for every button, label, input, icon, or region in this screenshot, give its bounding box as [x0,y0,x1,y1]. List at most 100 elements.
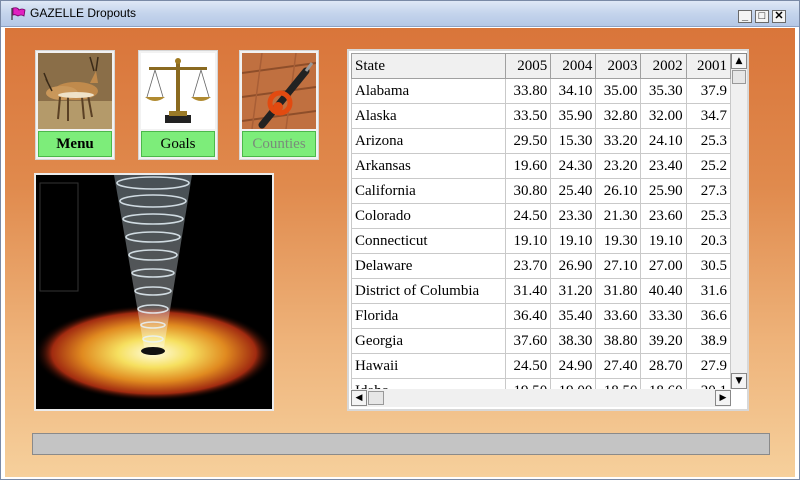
state-cell[interactable]: Alaska [351,103,507,129]
value-cell-2002[interactable]: 23.40 [640,153,687,179]
value-cell-2002[interactable]: 23.60 [640,203,687,229]
value-cell-2005[interactable]: 19.10 [505,228,552,254]
state-cell[interactable]: Idaho [351,378,507,389]
value-cell-2001[interactable]: 36.6 [685,303,731,329]
state-cell[interactable]: Colorado [351,203,507,229]
value-cell-2001[interactable]: 25.2 [685,153,731,179]
value-cell-2004[interactable]: 15.30 [550,128,597,154]
value-cell-2003[interactable]: 19.30 [595,228,642,254]
horizontal-scrollbar[interactable]: ◀ ▶ [351,389,731,407]
column-header-2004[interactable]: 2004 [550,53,597,79]
value-cell-2003[interactable]: 33.60 [595,303,642,329]
table-row[interactable]: Georgia 37.60 38.30 38.80 39.20 38.9 [351,328,731,354]
goals-tile[interactable]: Goals [138,50,218,160]
value-cell-2005[interactable]: 31.40 [505,278,552,304]
table-row[interactable]: Alaska 33.50 35.90 32.80 32.00 34.7 [351,103,731,129]
close-button[interactable]: ✕ [772,10,786,23]
scroll-left-button[interactable]: ◀ [351,390,367,406]
scroll-up-button[interactable]: ▲ [731,53,747,69]
column-header-2001[interactable]: 2001 [685,53,731,79]
value-cell-2002[interactable]: 25.90 [640,178,687,204]
value-cell-2001[interactable]: 20.3 [685,228,731,254]
value-cell-2003[interactable]: 21.30 [595,203,642,229]
value-cell-2002[interactable]: 32.00 [640,103,687,129]
value-cell-2004[interactable]: 25.40 [550,178,597,204]
table-row[interactable]: Colorado 24.50 23.30 21.30 23.60 25.3 [351,203,731,229]
value-cell-2004[interactable]: 34.10 [550,78,597,104]
value-cell-2005[interactable]: 19.60 [505,153,552,179]
value-cell-2005[interactable]: 19.50 [505,378,552,389]
value-cell-2001[interactable]: 37.9 [685,78,731,104]
value-cell-2002[interactable]: 24.10 [640,128,687,154]
value-cell-2001[interactable]: 31.6 [685,278,731,304]
value-cell-2003[interactable]: 31.80 [595,278,642,304]
table-row[interactable]: District of Columbia 31.40 31.20 31.80 40.40… [351,278,731,304]
value-cell-2005[interactable]: 33.50 [505,103,552,129]
value-cell-2001[interactable]: 20.1 [685,378,731,389]
table-row[interactable]: Idaho19.5019.0018.5018.6020.1 [351,378,731,389]
table-row[interactable]: Alabama 33.80 34.10 35.00 35.30 37.9 [351,78,731,104]
table-row[interactable]: Florida 36.40 35.40 33.60 33.30 36.6 [351,303,731,329]
vertical-scrollbar[interactable]: ▲ ▼ [731,53,747,389]
state-cell[interactable]: Florida [351,303,507,329]
state-cell[interactable]: Arkansas [351,153,507,179]
value-cell-2003[interactable]: 26.10 [595,178,642,204]
value-cell-2004[interactable]: 24.90 [550,353,597,379]
table-row[interactable]: Hawaii 24.50 24.90 27.40 28.70 27.9 [351,353,731,379]
maximize-button[interactable]: □ [755,10,769,23]
value-cell-2004[interactable]: 23.30 [550,203,597,229]
value-cell-2003[interactable]: 38.80 [595,328,642,354]
value-cell-2004[interactable]: 24.30 [550,153,597,179]
state-cell[interactable]: Hawaii [351,353,507,379]
value-cell-2002[interactable]: 19.10 [640,228,687,254]
state-cell[interactable]: Connecticut [351,228,507,254]
value-cell-2003[interactable]: 32.80 [595,103,642,129]
state-cell[interactable]: Delaware [351,253,507,279]
column-header-2005[interactable]: 2005 [505,53,552,79]
value-cell-2003[interactable]: 27.40 [595,353,642,379]
value-cell-2001[interactable]: 27.9 [685,353,731,379]
state-cell[interactable]: Alabama [351,78,507,104]
scroll-right-button[interactable]: ▶ [715,390,731,406]
value-cell-2005[interactable]: 24.50 [505,353,552,379]
value-cell-2003[interactable]: 18.50 [595,378,642,389]
value-cell-2002[interactable]: 35.30 [640,78,687,104]
value-cell-2004[interactable]: 35.40 [550,303,597,329]
value-cell-2003[interactable]: 23.20 [595,153,642,179]
value-cell-2002[interactable]: 40.40 [640,278,687,304]
state-cell[interactable]: California [351,178,507,204]
value-cell-2005[interactable]: 24.50 [505,203,552,229]
scroll-down-button[interactable]: ▼ [731,373,747,389]
value-cell-2002[interactable]: 39.20 [640,328,687,354]
value-cell-2001[interactable]: 27.3 [685,178,731,204]
minimize-button[interactable]: _ [738,10,752,23]
menu-tile[interactable]: Menu [35,50,115,160]
value-cell-2003[interactable]: 33.20 [595,128,642,154]
value-cell-2005[interactable]: 37.60 [505,328,552,354]
value-cell-2001[interactable]: 25.3 [685,128,731,154]
value-cell-2005[interactable]: 36.40 [505,303,552,329]
value-cell-2002[interactable]: 27.00 [640,253,687,279]
title-bar[interactable]: GAZELLE Dropouts _ □ ✕ [1,1,799,27]
value-cell-2001[interactable]: 30.5 [685,253,731,279]
value-cell-2003[interactable]: 27.10 [595,253,642,279]
state-cell[interactable]: District of Columbia [351,278,507,304]
horizontal-scroll-thumb[interactable] [368,391,384,405]
value-cell-2005[interactable]: 29.50 [505,128,552,154]
value-cell-2004[interactable]: 31.20 [550,278,597,304]
table-row[interactable]: Connecticut 19.10 19.10 19.30 19.10 20.3 [351,228,731,254]
state-cell[interactable]: Georgia [351,328,507,354]
value-cell-2004[interactable]: 35.90 [550,103,597,129]
value-cell-2004[interactable]: 26.90 [550,253,597,279]
column-header-2003[interactable]: 2003 [595,53,642,79]
table-row[interactable]: Arizona 29.50 15.30 33.20 24.10 25.3 [351,128,731,154]
value-cell-2001[interactable]: 34.7 [685,103,731,129]
vertical-scroll-thumb[interactable] [732,70,746,84]
column-header-2002[interactable]: 2002 [640,53,687,79]
value-cell-2004[interactable]: 19.00 [550,378,597,389]
value-cell-2005[interactable]: 30.80 [505,178,552,204]
goals-button[interactable]: Goals [141,131,215,157]
value-cell-2003[interactable]: 35.00 [595,78,642,104]
counties-button[interactable]: Counties [242,131,316,157]
table-row[interactable]: Delaware 23.70 26.90 27.10 27.00 30.5 [351,253,731,279]
